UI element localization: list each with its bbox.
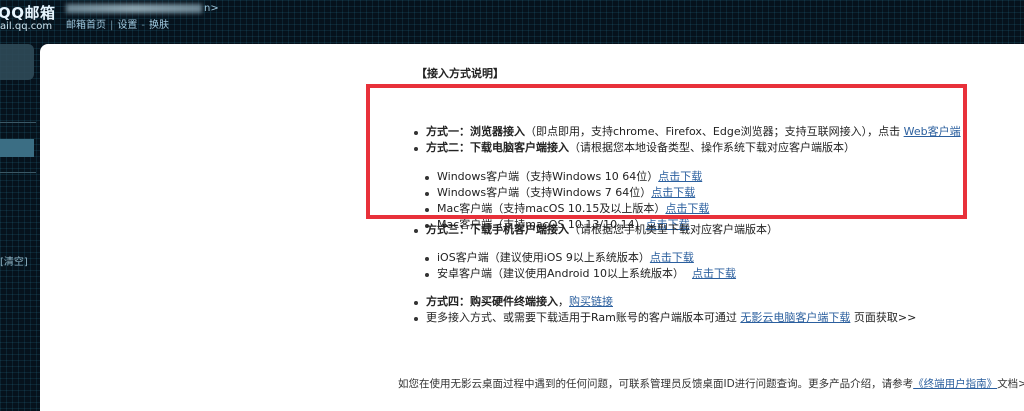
footer-text: 如您在使用无影云桌面过程中遇到的任何问题，可联系管理员反馈桌面ID进行问题查询。… bbox=[398, 378, 914, 390]
top-nav: 邮箱首页 | 设置 - 换肤 bbox=[66, 20, 169, 31]
clear-button[interactable]: [清空] bbox=[0, 253, 28, 268]
method-list-mobile: 方式三：下载手机客户端接入（请根据您手机类型下载对应客户端版本） bbox=[413, 222, 778, 238]
logo-subtitle: ail.qq.com bbox=[0, 21, 53, 32]
account-info: n> bbox=[66, 3, 219, 14]
nav-mail-home[interactable]: 邮箱首页 bbox=[66, 20, 106, 31]
more-methods: 更多接入方式、或需要下载适用于Ram账号的客户端版本可通过 无影云电脑客户端下载… bbox=[413, 310, 916, 326]
logo-title: QQ邮箱 bbox=[0, 4, 56, 22]
client-download-page-link[interactable]: 无影云电脑客户端下载 bbox=[740, 311, 850, 324]
more-text: 更多接入方式、或需要下载适用于Ram账号的客户端版本可通过 bbox=[426, 311, 737, 324]
footer-note: 如您在使用无影云桌面过程中遇到的任何问题，可联系管理员反馈桌面ID进行问题查询。… bbox=[398, 376, 1024, 391]
method-4: 方式四：购买硬件终端接入，购买链接 bbox=[413, 294, 916, 310]
top-bar: QQ邮箱 ail.qq.com n> 邮箱首页 | 设置 - 换肤 bbox=[0, 0, 1024, 44]
list-item: 安卓客户端（建议使用Android 10以上系统版本） 点击下载 bbox=[424, 266, 736, 282]
download-link[interactable]: 点击下载 bbox=[692, 267, 736, 280]
purchase-link[interactable]: 购买链接 bbox=[569, 295, 613, 308]
sidebar-item-selected[interactable] bbox=[0, 139, 34, 157]
sidebar-divider bbox=[0, 172, 36, 173]
section-title: 【接入方式说明】 bbox=[416, 67, 504, 80]
method-3: 方式三：下载手机客户端接入（请根据您手机类型下载对应客户端版本） bbox=[413, 222, 778, 238]
highlight-box bbox=[366, 84, 967, 219]
method-3-label: 方式三：下载手机客户端接入 bbox=[426, 223, 569, 236]
account-suffix: n> bbox=[204, 3, 219, 14]
sidebar: [清空] bbox=[0, 44, 40, 411]
sidebar-divider bbox=[0, 122, 36, 123]
client-name: iOS客户端（建议使用iOS 9以上系统版本） bbox=[437, 251, 650, 264]
client-name: 安卓客户端（建议使用Android 10以上系统版本） bbox=[437, 267, 685, 280]
method-list-bottom: 方式四：购买硬件终端接入，购买链接 更多接入方式、或需要下载适用于Ram账号的客… bbox=[413, 294, 916, 326]
list-item: iOS客户端（建议使用iOS 9以上系统版本）点击下载 bbox=[424, 250, 736, 266]
download-link[interactable]: 点击下载 bbox=[650, 251, 694, 264]
method-4-label: 方式四：购买硬件终端接入 bbox=[426, 295, 558, 308]
account-email-redacted bbox=[66, 3, 202, 13]
more-suffix: 页面获取>> bbox=[853, 311, 917, 324]
method-3-desc: （请根据您手机类型下载对应客户端版本） bbox=[569, 223, 778, 236]
sidebar-tab[interactable] bbox=[0, 44, 34, 80]
user-guide-link[interactable]: 《终端用户指南》 bbox=[913, 378, 997, 390]
nav-settings[interactable]: 设置 bbox=[117, 20, 137, 31]
mobile-client-list: iOS客户端（建议使用iOS 9以上系统版本）点击下载 安卓客户端（建议使用An… bbox=[424, 250, 736, 282]
separator: ， bbox=[558, 295, 569, 308]
nav-skin[interactable]: 换肤 bbox=[149, 20, 169, 31]
footer-suffix: 文档>> bbox=[997, 378, 1024, 390]
